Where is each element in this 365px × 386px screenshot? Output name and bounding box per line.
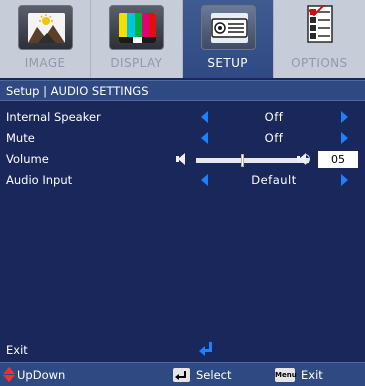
image-icon	[18, 5, 73, 50]
enter-key-icon	[173, 368, 190, 382]
footer-updown-label: UpDown	[17, 368, 66, 382]
tab-display-label: DISPLAY	[110, 56, 163, 70]
left-arrow-icon[interactable]	[201, 174, 208, 186]
display-icon	[109, 5, 165, 50]
menu-key-icon: Menu	[275, 368, 297, 382]
volume-value: 05	[318, 151, 358, 168]
tab-setup-label: SETUP	[207, 56, 248, 70]
right-arrow-icon[interactable]	[341, 111, 348, 123]
osd-menu: IMAGE DISPLAY SETUP OPTIONS Setup | AUDI…	[0, 0, 365, 386]
row-mute[interactable]: Mute Off	[0, 128, 365, 149]
tab-options[interactable]: OPTIONS	[274, 0, 365, 78]
internal-speaker-label: Internal Speaker	[6, 110, 101, 124]
row-audio-input[interactable]: Audio Input Default	[0, 170, 365, 191]
right-arrow-icon[interactable]	[341, 132, 348, 144]
page-title: Setup | AUDIO SETTINGS	[6, 84, 149, 98]
footer-exit-label: Exit	[301, 368, 323, 382]
page-title-bar: Setup | AUDIO SETTINGS	[0, 80, 365, 101]
row-volume[interactable]: Volume 05	[0, 149, 365, 170]
tab-display[interactable]: DISPLAY	[91, 0, 183, 78]
audio-input-label: Audio Input	[6, 173, 73, 187]
tab-setup[interactable]: SETUP	[182, 0, 274, 78]
updown-arrows-icon	[2, 367, 16, 383]
volume-slider-handle[interactable]	[241, 154, 244, 167]
internal-speaker-value: Off	[264, 110, 284, 124]
audio-input-value: Default	[251, 173, 297, 187]
right-arrow-icon[interactable]	[341, 174, 348, 186]
mute-label: Mute	[6, 131, 35, 145]
volume-label: Volume	[6, 152, 49, 166]
options-checklist-icon	[292, 3, 347, 50]
tab-image-label: IMAGE	[24, 56, 66, 70]
mute-value: Off	[264, 131, 284, 145]
left-arrow-icon[interactable]	[201, 111, 208, 123]
volume-up-speaker-icon[interactable]	[296, 152, 310, 166]
exit-item[interactable]: Exit	[6, 343, 28, 357]
tab-image[interactable]: IMAGE	[0, 0, 92, 78]
left-arrow-icon[interactable]	[201, 132, 208, 144]
projector-icon	[200, 5, 256, 50]
volume-down-speaker-icon[interactable]	[175, 152, 189, 166]
row-internal-speaker[interactable]: Internal Speaker Off	[0, 107, 365, 128]
footer-help-bar: UpDown Select Menu Exit	[0, 362, 365, 386]
volume-slider[interactable]	[196, 154, 309, 167]
enter-arrow-icon[interactable]	[199, 341, 215, 356]
tab-bar: IMAGE DISPLAY SETUP OPTIONS	[0, 0, 365, 78]
footer-select-label: Select	[196, 368, 232, 382]
tab-options-label: OPTIONS	[291, 56, 348, 70]
